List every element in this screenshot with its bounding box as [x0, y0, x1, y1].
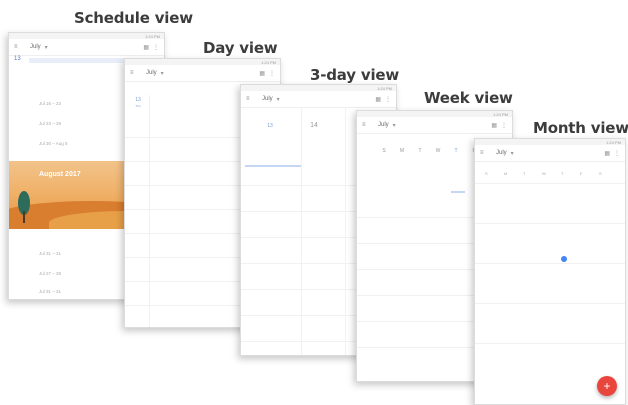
create-event-button[interactable]: + — [597, 376, 617, 396]
banner-month-title: August 2017 — [39, 171, 81, 178]
weekday-label: S — [485, 171, 488, 176]
app-bar: ≡ July ▾ ▦ ⋮ — [475, 145, 625, 162]
day-view-title: Day view — [203, 39, 278, 57]
weekday-label: W — [542, 171, 546, 176]
chevron-down-icon[interactable]: ▾ — [393, 122, 396, 129]
menu-icon[interactable]: ≡ — [480, 150, 486, 156]
month-selector[interactable]: July — [496, 150, 507, 156]
menu-icon[interactable]: ≡ — [362, 122, 368, 128]
menu-icon[interactable]: ≡ — [14, 44, 20, 50]
status-time: 1:24 PM — [145, 33, 160, 39]
more-icon[interactable]: ⋮ — [153, 44, 159, 51]
schedule-view-title: Schedule view — [74, 9, 193, 27]
status-time: 1:24 PM — [261, 59, 276, 65]
calendar-today-icon[interactable]: ▦ — [375, 96, 381, 103]
day-header[interactable]: T — [451, 148, 461, 154]
day-header[interactable]: T — [415, 148, 425, 154]
status-time: 1:24 PM — [377, 85, 392, 91]
chevron-down-icon[interactable]: ▾ — [511, 150, 514, 157]
week-row-line — [475, 223, 625, 224]
tree-trunk-illustration — [23, 211, 25, 223]
weekday-label: M — [504, 171, 508, 176]
month-selector[interactable]: July — [262, 96, 273, 102]
day-divider — [345, 107, 346, 355]
three-day-view-title: 3-day view — [310, 66, 400, 84]
menu-icon[interactable]: ≡ — [246, 96, 252, 102]
chevron-down-icon[interactable]: ▾ — [161, 70, 164, 77]
app-bar: ≡ July ▾ ▦ ⋮ — [9, 39, 164, 56]
gutter-line — [149, 95, 150, 327]
day-divider — [301, 107, 302, 355]
more-icon[interactable]: ⋮ — [614, 150, 620, 157]
day-header[interactable]: 13 Thu — [131, 97, 145, 109]
day-header[interactable]: W — [433, 148, 443, 154]
app-bar: ≡ July ▾ ▦ ⋮ — [125, 65, 280, 82]
month-selector[interactable]: July — [146, 70, 157, 76]
more-icon[interactable]: ⋮ — [501, 122, 507, 129]
today-indicator[interactable] — [561, 256, 567, 262]
date-badge: 13 — [14, 56, 21, 62]
weekday-label: T — [561, 171, 564, 176]
event-chip[interactable] — [245, 165, 301, 167]
app-bar: ≡ July ▾ ▦ ⋮ — [357, 117, 512, 134]
week-view-title: Week view — [424, 89, 513, 107]
chevron-down-icon[interactable]: ▾ — [277, 96, 280, 103]
chevron-down-icon[interactable]: ▾ — [45, 44, 48, 51]
day-header[interactable]: 13 — [263, 123, 277, 129]
week-row-line — [475, 303, 625, 304]
day-header[interactable]: M — [397, 148, 407, 154]
week-row-line — [475, 183, 625, 184]
month-view-title: Month view — [533, 119, 628, 137]
status-time: 1:24 PM — [606, 139, 621, 145]
calendar-today-icon[interactable]: ▦ — [143, 44, 149, 51]
weekday-label: F — [580, 171, 583, 176]
day-header[interactable]: S — [379, 148, 389, 154]
weekday-label: T — [523, 171, 526, 176]
calendar-today-icon[interactable]: ▦ — [491, 122, 497, 129]
week-row-line — [475, 263, 625, 264]
more-icon[interactable]: ⋮ — [385, 96, 391, 103]
event-chip[interactable] — [451, 191, 465, 193]
week-row-line — [475, 343, 625, 344]
month-selector[interactable]: July — [30, 44, 41, 50]
status-time: 1:24 PM — [493, 111, 508, 117]
more-icon[interactable]: ⋮ — [269, 70, 275, 77]
month-selector[interactable]: July — [378, 122, 389, 128]
day-name: Thu — [135, 104, 141, 108]
menu-icon[interactable]: ≡ — [130, 70, 136, 76]
calendar-today-icon[interactable]: ▦ — [259, 70, 265, 77]
app-bar: ≡ July ▾ ▦ ⋮ — [241, 91, 396, 108]
month-view-screen: 1:24 PM ≡ July ▾ ▦ ⋮ S M T W T F S + — [474, 138, 626, 405]
calendar-today-icon[interactable]: ▦ — [604, 150, 610, 157]
day-header[interactable]: 14 — [307, 122, 321, 129]
weekday-label: S — [599, 171, 602, 176]
